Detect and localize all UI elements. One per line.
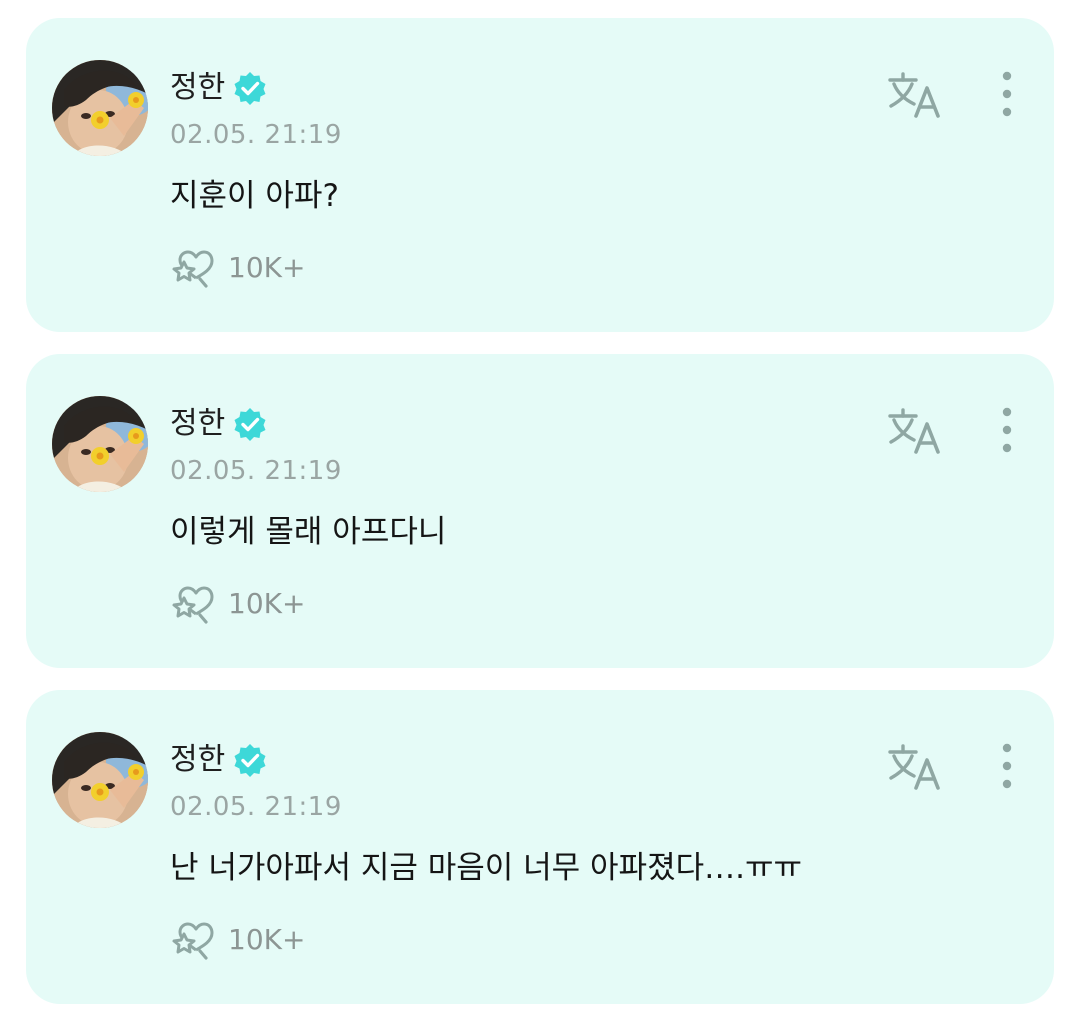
post-card: 정한 02.05. 21:19 난 너가아파서 지금 마음이 너무 아파졌다….… <box>26 690 1054 1004</box>
author-name[interactable]: 정한 <box>170 66 225 110</box>
author-row: 정한 <box>170 738 267 782</box>
more-vertical-icon <box>1002 743 1012 789</box>
post-card: 정한 02.05. 21:19 이렇게 몰래 아프다니 10K+ <box>26 354 1054 668</box>
translate-icon <box>888 744 940 790</box>
translate-icon <box>888 72 940 118</box>
star-heart-like-icon <box>170 920 216 960</box>
more-vertical-icon <box>1002 71 1012 117</box>
author-row: 정한 <box>170 402 267 446</box>
post-message: 난 너가아파서 지금 마음이 너무 아파졌다….ㅠㅠ <box>170 850 803 886</box>
post-feed: 정한 02.05. 21:19 지훈이 아파? 10K+ 정한 02.05. 2… <box>26 18 1054 1026</box>
star-heart-like-icon <box>170 584 216 624</box>
post-message: 이렇게 몰래 아프다니 <box>170 514 447 550</box>
more-options-button[interactable] <box>992 404 1022 456</box>
author-name[interactable]: 정한 <box>170 402 225 446</box>
more-options-button[interactable] <box>992 68 1022 120</box>
like-button[interactable]: 10K+ <box>170 582 305 626</box>
verified-badge-icon <box>233 407 267 441</box>
post-timestamp: 02.05. 21:19 <box>170 456 342 486</box>
translate-icon <box>888 408 940 454</box>
more-options-button[interactable] <box>992 740 1022 792</box>
post-message: 지훈이 아파? <box>170 178 339 214</box>
more-vertical-icon <box>1002 407 1012 453</box>
avatar[interactable] <box>52 732 148 828</box>
post-timestamp: 02.05. 21:19 <box>170 792 342 822</box>
star-heart-like-icon <box>170 248 216 288</box>
author-row: 정한 <box>170 66 267 110</box>
avatar[interactable] <box>52 60 148 156</box>
post-timestamp: 02.05. 21:19 <box>170 120 342 150</box>
translate-button[interactable] <box>886 742 944 790</box>
verified-badge-icon <box>233 71 267 105</box>
like-button[interactable]: 10K+ <box>170 918 305 962</box>
translate-button[interactable] <box>886 406 944 454</box>
like-count: 10K+ <box>228 587 306 620</box>
like-count: 10K+ <box>228 251 306 284</box>
verified-badge-icon <box>233 743 267 777</box>
translate-button[interactable] <box>886 70 944 118</box>
like-count: 10K+ <box>228 923 306 956</box>
post-card: 정한 02.05. 21:19 지훈이 아파? 10K+ <box>26 18 1054 332</box>
author-name[interactable]: 정한 <box>170 738 225 782</box>
like-button[interactable]: 10K+ <box>170 246 305 290</box>
avatar[interactable] <box>52 396 148 492</box>
